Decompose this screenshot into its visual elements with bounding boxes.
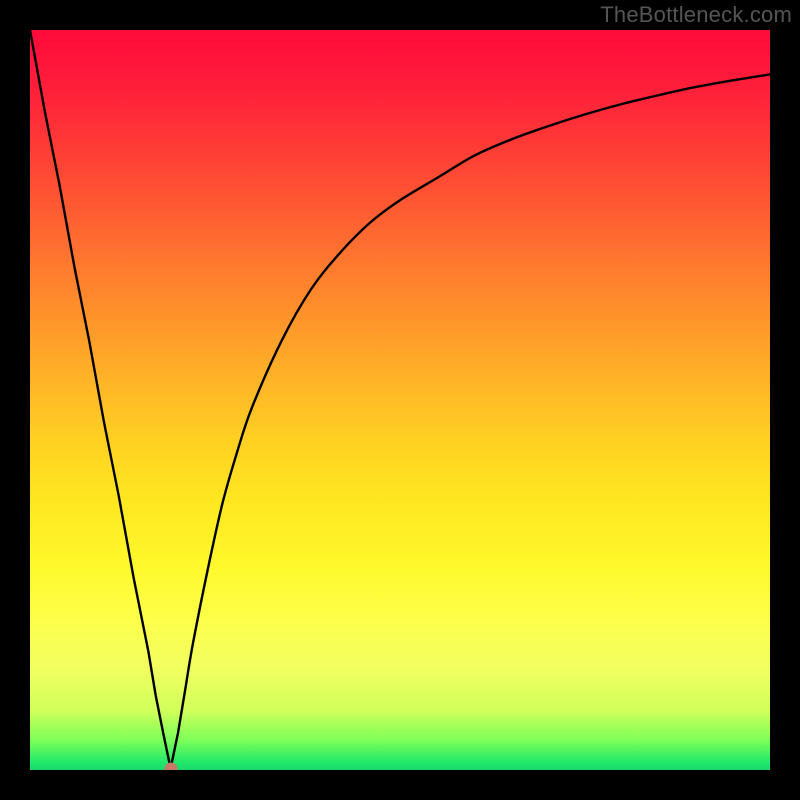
- bottleneck-curve: [30, 30, 770, 770]
- minimum-marker: [164, 762, 177, 770]
- plot-area: [30, 30, 770, 770]
- watermark-text: TheBottleneck.com: [600, 2, 792, 28]
- chart-frame: TheBottleneck.com: [0, 0, 800, 800]
